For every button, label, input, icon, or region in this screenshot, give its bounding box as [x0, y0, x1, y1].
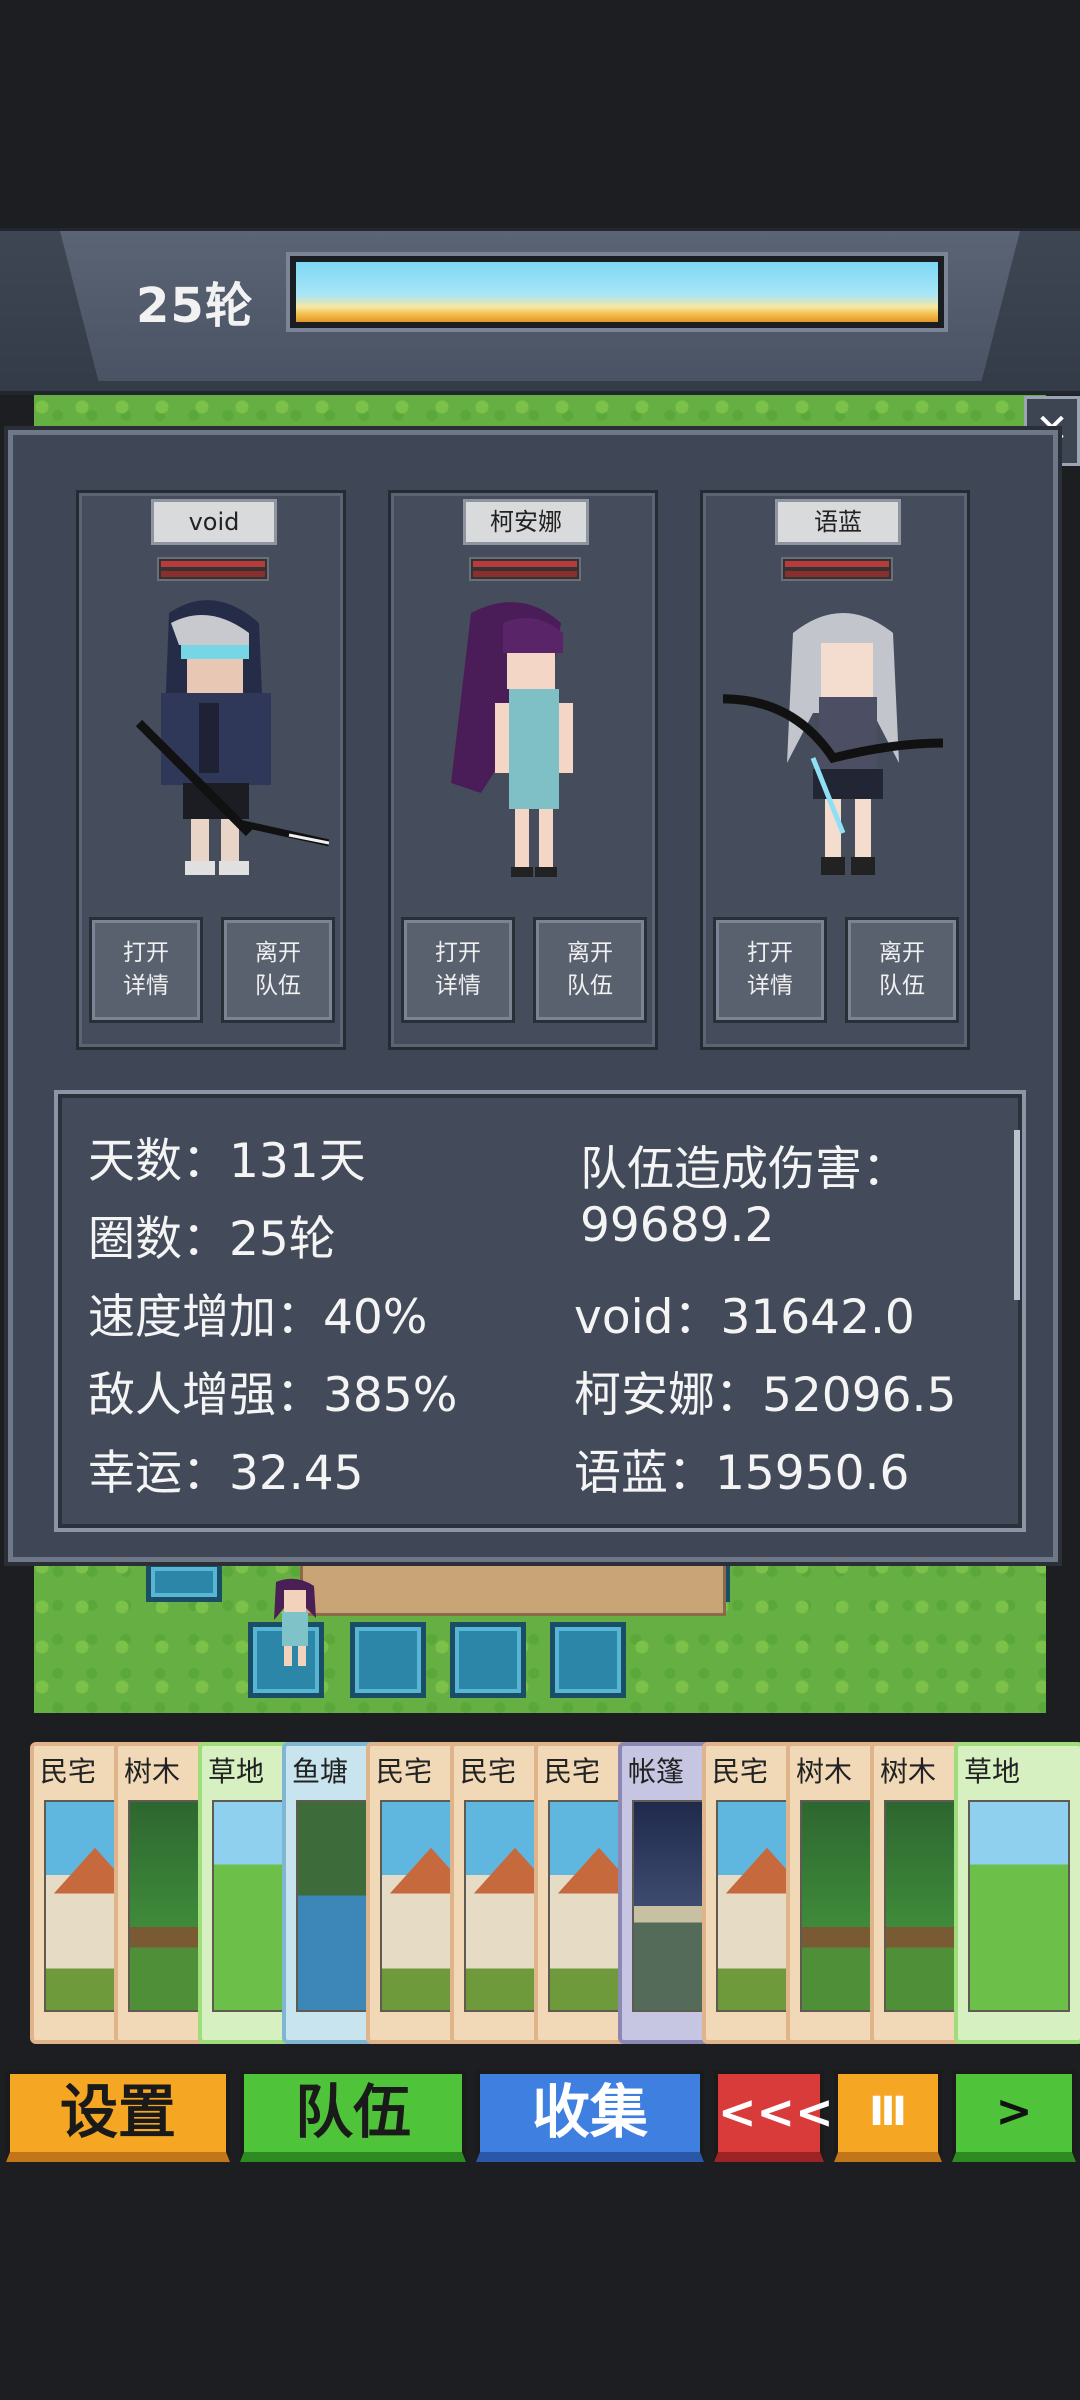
- pause-button[interactable]: Ⅲ: [834, 2070, 942, 2162]
- leave-team-button[interactable]: 离开 队伍: [221, 917, 335, 1023]
- character-hp-bar: [157, 557, 269, 581]
- collect-button[interactable]: 收集: [476, 2070, 704, 2162]
- hand-card-art: [968, 1800, 1070, 2012]
- character-card-void: void 打开 详情 离开 队伍: [76, 490, 346, 1050]
- character-name: 柯安娜: [463, 499, 589, 545]
- character-name: 语蓝: [775, 499, 901, 545]
- hand-card-name: 民宅: [376, 1755, 433, 1788]
- round-counter: 25轮: [136, 278, 254, 334]
- character-portrait-yulan: [723, 613, 944, 875]
- card-hand: 民宅 树木 草地 鱼塘 民宅 民宅 民宅 帐篷 民宅 树木 树木 草地: [30, 1742, 1080, 2048]
- stat-speed: 速度增加：40%: [88, 1290, 428, 1345]
- round-progress-fill: [296, 262, 938, 322]
- rewind-button[interactable]: <<<: [714, 2070, 834, 2162]
- team-button[interactable]: 队伍: [240, 2070, 466, 2162]
- hand-card-name: 树木: [880, 1755, 937, 1788]
- stats-scrollbar[interactable]: [1014, 1130, 1020, 1300]
- stat-keanna-damage: 柯安娜：52096.5: [574, 1368, 957, 1423]
- stat-team-damage-value: 99689.2: [580, 1198, 775, 1253]
- hero-map-token[interactable]: [266, 1578, 324, 1670]
- open-details-button[interactable]: 打开 详情: [713, 917, 827, 1023]
- character-portrait-keanna: [451, 602, 573, 877]
- character-hp-bar: [469, 557, 581, 581]
- play-icon: >: [995, 2086, 1033, 2137]
- character-hp-bar: [781, 557, 893, 581]
- stat-yulan-damage: 语蓝：15950.6: [574, 1446, 910, 1501]
- hand-card[interactable]: 草地: [954, 1742, 1080, 2044]
- hand-card-name: 树木: [796, 1755, 853, 1788]
- leave-team-button[interactable]: 离开 队伍: [533, 917, 647, 1023]
- hand-card-name: 鱼塘: [292, 1755, 349, 1788]
- hand-card-name: 民宅: [712, 1755, 769, 1788]
- map-road: [300, 1560, 726, 1616]
- hand-card-name: 草地: [208, 1755, 265, 1788]
- play-button[interactable]: >: [952, 2070, 1076, 2162]
- stat-luck: 幸运：32.45: [88, 1446, 364, 1501]
- character-card-yulan: 语蓝 打开 详情 离开 队伍: [700, 490, 970, 1050]
- map-tile[interactable]: [350, 1622, 426, 1698]
- rewind-icon: <<<: [718, 2085, 834, 2139]
- settings-button[interactable]: 设置: [6, 2070, 230, 2162]
- stat-enemy-boost: 敌人增强：385%: [88, 1368, 458, 1423]
- hand-card-name: 草地: [964, 1755, 1021, 1788]
- map-tile[interactable]: [146, 1562, 222, 1602]
- map-tile[interactable]: [450, 1622, 526, 1698]
- hand-card-name: 民宅: [40, 1755, 97, 1788]
- stat-team-damage-label: 队伍造成伤害：: [580, 1142, 909, 1197]
- pause-icon: Ⅲ: [869, 2089, 907, 2135]
- round-progress-bar: [286, 252, 948, 332]
- hand-card-name: 树木: [124, 1755, 181, 1788]
- character-name: void: [151, 499, 277, 545]
- open-details-button[interactable]: 打开 详情: [401, 917, 515, 1023]
- map-tile[interactable]: [550, 1622, 626, 1698]
- hand-card-name: 民宅: [544, 1755, 601, 1788]
- leave-team-button[interactable]: 离开 队伍: [845, 917, 959, 1023]
- stat-rounds: 圈数：25轮: [88, 1212, 336, 1267]
- character-portrait-void: [135, 600, 329, 875]
- open-details-button[interactable]: 打开 详情: [89, 917, 203, 1023]
- stat-void-damage: void：31642.0: [574, 1290, 915, 1345]
- hand-card-name: 帐篷: [628, 1755, 685, 1788]
- hand-card-name: 民宅: [460, 1755, 517, 1788]
- character-card-keanna: 柯安娜 打开 详情 离开 队伍: [388, 490, 658, 1050]
- stat-days: 天数：131天: [88, 1134, 366, 1189]
